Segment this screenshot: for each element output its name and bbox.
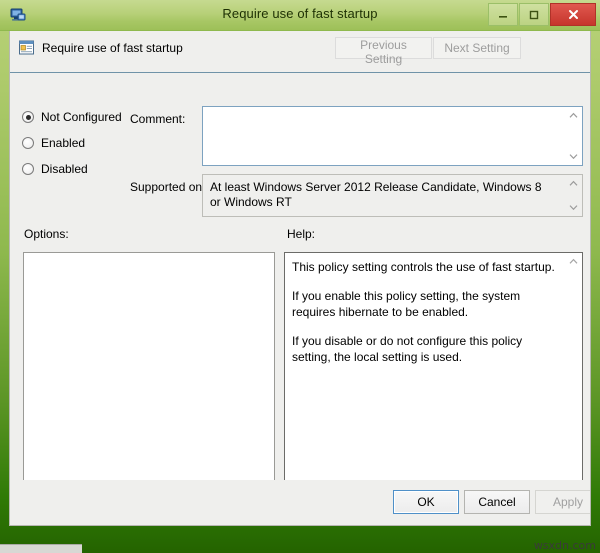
help-paragraph-1: This policy setting controls the use of … [292,260,555,274]
radio-disabled[interactable]: Disabled [22,162,88,176]
taskbar-sliver [0,544,82,553]
next-setting-button[interactable]: Next Setting [433,37,521,59]
cancel-button[interactable]: Cancel [464,490,530,514]
maximize-button[interactable] [519,3,549,26]
minimize-icon [499,15,507,18]
help-text: This policy setting controls the use of … [292,259,557,365]
radio-not-configured[interactable]: Not Configured [22,110,122,124]
policy-header: Require use of fast startup Previous Set… [10,31,590,73]
help-paragraph-2: If you enable this policy setting, the s… [292,289,521,319]
previous-setting-button[interactable]: Previous Setting [335,37,432,66]
comment-scrollbar[interactable] [565,108,581,164]
caption-buttons [487,3,596,26]
dialog-footer: OK Cancel Apply [10,480,590,525]
site-watermark: wsxdn.com [533,539,596,552]
radio-label-enabled: Enabled [41,136,86,150]
comment-label: Comment: [130,112,186,126]
radio-label-disabled: Disabled [41,162,88,176]
group-policy-dialog-window: Require use of fast startup Require use … [0,0,600,553]
supported-on-box[interactable]: At least Windows Server 2012 Release Can… [202,174,583,217]
policy-setting-icon [18,39,35,56]
radio-mark-not-configured[interactable] [22,111,34,123]
window-titlebar[interactable]: Require use of fast startup [0,0,600,31]
maximize-icon [529,10,539,19]
supported-on-label: Supported on: [130,180,206,194]
settings-upper-section: Not Configured Enabled Disabled Comment:… [10,73,590,218]
radio-mark-enabled[interactable] [22,137,34,149]
dialog-client-area: Require use of fast startup Previous Set… [9,31,591,526]
help-label: Help: [287,227,316,241]
radio-enabled[interactable]: Enabled [22,136,85,150]
supported-scroll-up-icon[interactable] [565,176,581,191]
close-icon [568,10,578,19]
ok-button[interactable]: OK [393,490,459,514]
comment-input[interactable] [205,109,563,163]
supported-scrollbar[interactable] [565,176,581,215]
comment-box[interactable] [202,106,583,166]
policy-name-label: Require use of fast startup [42,41,183,55]
comment-scroll-down-icon[interactable] [565,149,581,164]
options-label: Options: [24,227,69,241]
radio-label-not-configured: Not Configured [41,110,122,124]
comment-scroll-up-icon[interactable] [565,108,581,123]
apply-button[interactable]: Apply [535,490,590,514]
help-paragraph-3: If you disable or do not configure this … [292,334,523,364]
minimize-button[interactable] [488,3,518,26]
radio-mark-disabled[interactable] [22,163,34,175]
supported-scroll-down-icon[interactable] [565,200,581,215]
supported-on-text: At least Windows Server 2012 Release Can… [210,180,542,209]
help-scroll-up-icon[interactable] [565,254,581,269]
close-button[interactable] [550,3,596,26]
